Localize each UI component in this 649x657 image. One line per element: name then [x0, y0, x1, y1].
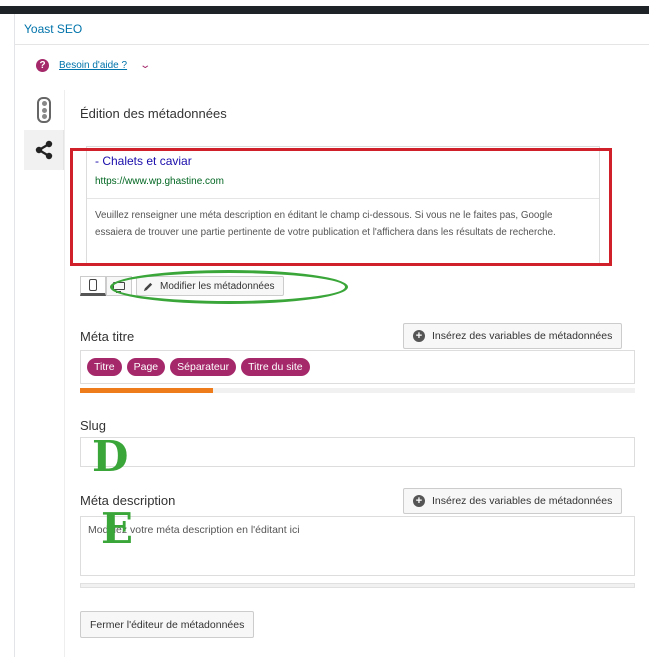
side-tabs [24, 90, 64, 170]
mobile-preview-button[interactable] [80, 276, 106, 296]
section-heading: Édition des métadonnées [80, 106, 227, 121]
panel-title[interactable]: Yoast SEO [24, 22, 82, 36]
insert-variable-description-label: Insérez des variables de métadonnées [432, 495, 613, 507]
title-divider [14, 44, 649, 45]
mobile-icon [89, 279, 97, 291]
insert-variable-title-button[interactable]: + Insérez des variables de métadonnées [403, 323, 623, 349]
meta-title-label: Méta titre [80, 329, 135, 344]
variable-pill[interactable]: Titre du site [241, 358, 310, 376]
variable-pill[interactable]: Séparateur [170, 358, 237, 376]
red-highlight-box [70, 148, 612, 266]
help-link[interactable]: Besoin d'aide ? [59, 60, 127, 71]
insert-variable-description-button[interactable]: + Insérez des variables de métadonnées [403, 488, 623, 514]
close-editor-button[interactable]: Fermer l'éditeur de métadonnées [80, 611, 255, 638]
tab-seo-analysis[interactable] [24, 90, 64, 130]
plus-circle-icon: + [413, 330, 425, 342]
meta-title-input[interactable]: Titre Page Séparateur Titre du site [80, 350, 635, 384]
help-toggle[interactable]: ? Besoin d'aide ? ⌄ [36, 59, 151, 72]
title-progress-fill [80, 388, 214, 393]
variable-pill[interactable]: Titre [87, 358, 122, 376]
green-highlight-oval [110, 270, 348, 304]
question-circle-icon: ? [36, 59, 49, 72]
annotation-letter-e: E [101, 504, 134, 553]
slug-input[interactable] [80, 437, 635, 467]
share-icon [35, 140, 52, 160]
plus-circle-icon: + [413, 495, 425, 507]
tab-social[interactable] [24, 130, 64, 170]
variable-pill[interactable]: Page [126, 358, 166, 376]
top-bar [0, 0, 649, 14]
description-progress-bar [80, 583, 635, 588]
content-divider [64, 90, 65, 657]
admin-bar-strip [0, 6, 649, 14]
title-progress-bar [80, 388, 635, 393]
chevron-down-icon[interactable]: ⌄ [139, 60, 151, 71]
annotation-letter-d: D [92, 432, 129, 481]
slug-label: Slug [80, 418, 107, 433]
traffic-light-icon [37, 97, 51, 123]
insert-variable-title-label: Insérez des variables de métadonnées [432, 330, 613, 342]
meta-description-input[interactable]: Modifiez votre méta description en l'édi… [80, 516, 635, 576]
